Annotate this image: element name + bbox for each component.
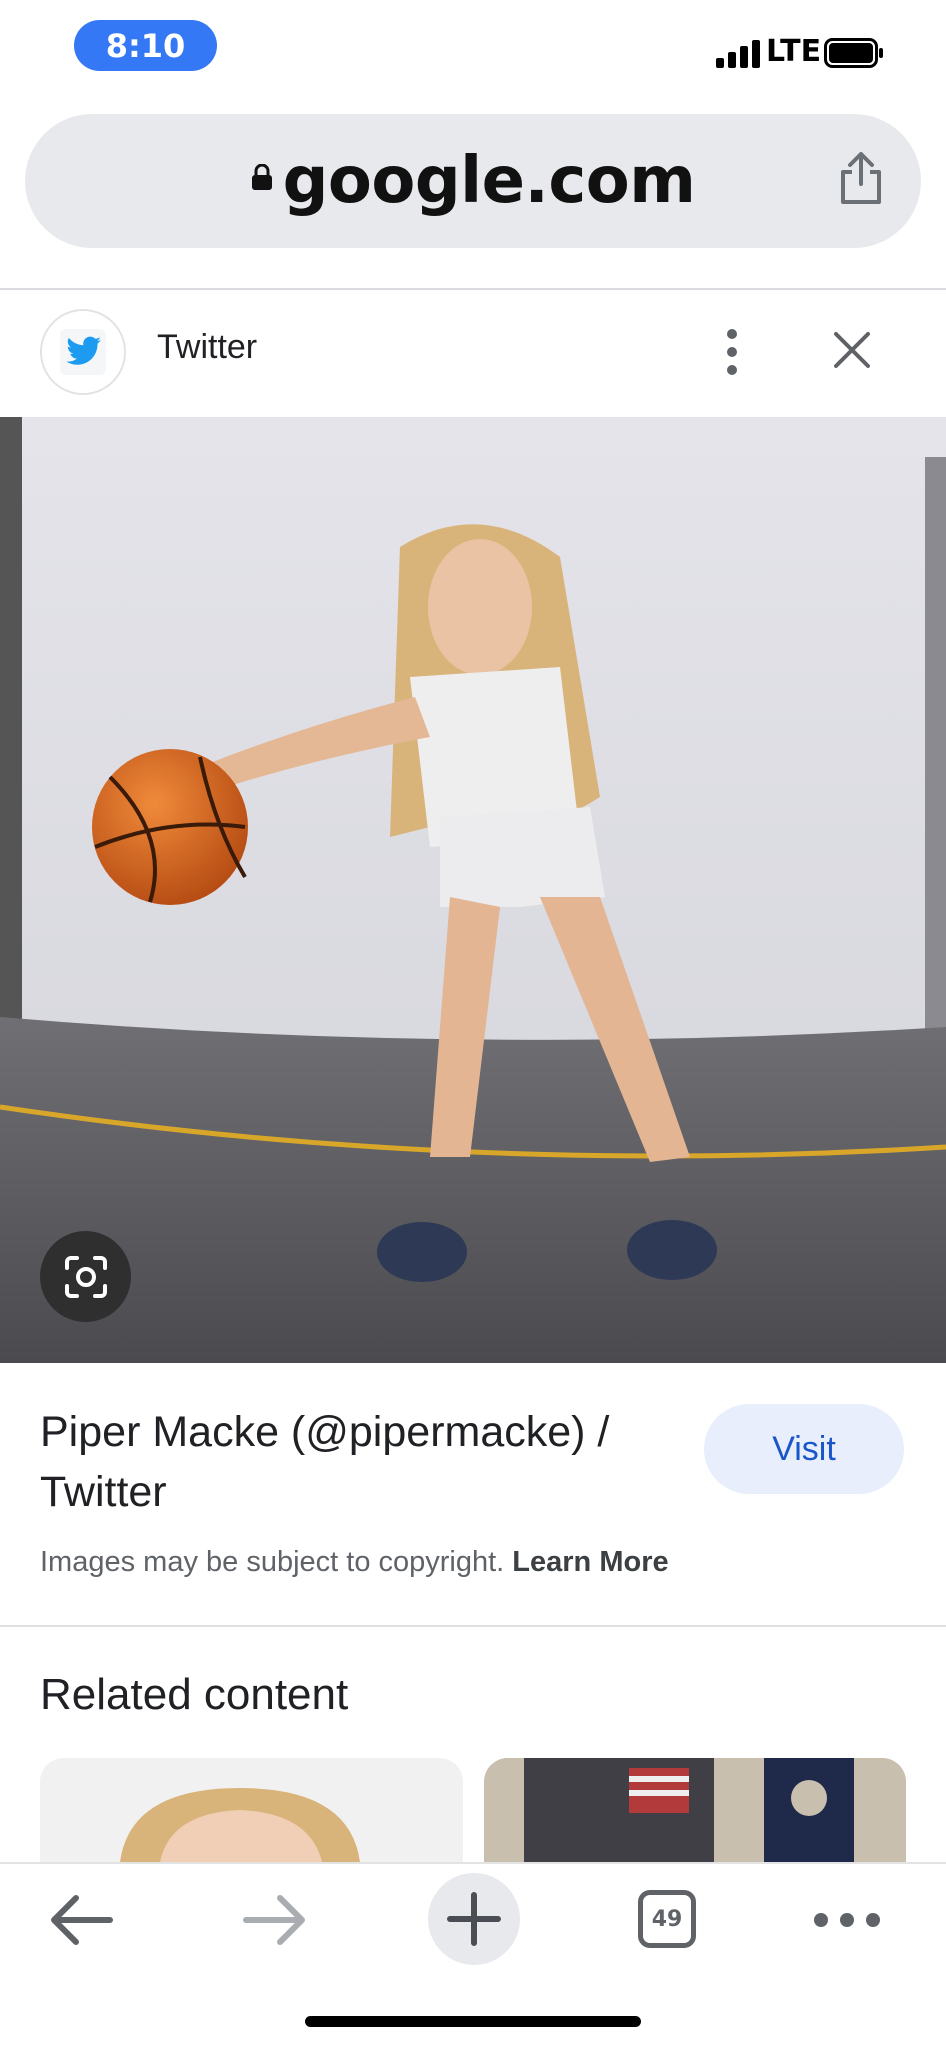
back-button[interactable] bbox=[36, 1875, 126, 1965]
new-tab-button[interactable] bbox=[428, 1873, 520, 1965]
source-name[interactable]: Twitter bbox=[157, 328, 257, 367]
related-thumbnail-2[interactable] bbox=[484, 1758, 906, 1862]
arrow-right-icon bbox=[243, 1895, 305, 1945]
forward-button[interactable] bbox=[230, 1875, 320, 1965]
lens-icon bbox=[64, 1255, 107, 1298]
arrow-left-icon bbox=[51, 1895, 113, 1945]
twitter-bird-icon bbox=[60, 329, 106, 375]
network-label: LTE bbox=[766, 34, 822, 69]
divider bbox=[0, 1625, 946, 1627]
home-indicator bbox=[305, 2016, 641, 2027]
battery-icon bbox=[824, 38, 883, 68]
related-thumbnail-1[interactable] bbox=[40, 1758, 463, 1862]
result-image[interactable] bbox=[0, 417, 946, 1363]
lens-button[interactable] bbox=[40, 1231, 131, 1322]
more-menu-button[interactable] bbox=[802, 1875, 892, 1965]
url-text: google.com bbox=[282, 144, 696, 218]
plus-icon bbox=[447, 1892, 501, 1946]
more-horiz-icon bbox=[814, 1913, 880, 1927]
more-vert-icon[interactable] bbox=[718, 326, 746, 378]
result-title[interactable]: Piper Macke (@pipermacke) / Twitter bbox=[40, 1402, 680, 1522]
address-bar[interactable]: google.com bbox=[25, 114, 921, 248]
source-avatar[interactable] bbox=[40, 309, 126, 395]
share-icon[interactable] bbox=[836, 150, 886, 206]
related-heading: Related content bbox=[40, 1670, 349, 1719]
copyright-text: Images may be subject to copyright. bbox=[40, 1546, 505, 1578]
status-time: 8:10 bbox=[74, 20, 217, 71]
copyright-notice: Images may be subject to copyright. Lear… bbox=[40, 1546, 669, 1579]
divider bbox=[0, 288, 946, 290]
close-icon[interactable] bbox=[830, 328, 874, 372]
learn-more-link[interactable]: Learn More bbox=[512, 1546, 668, 1578]
signal-icon bbox=[716, 38, 762, 68]
visit-button[interactable]: Visit bbox=[704, 1404, 904, 1494]
lock-icon bbox=[251, 164, 272, 190]
tab-switcher-button[interactable]: 49 bbox=[638, 1890, 696, 1948]
